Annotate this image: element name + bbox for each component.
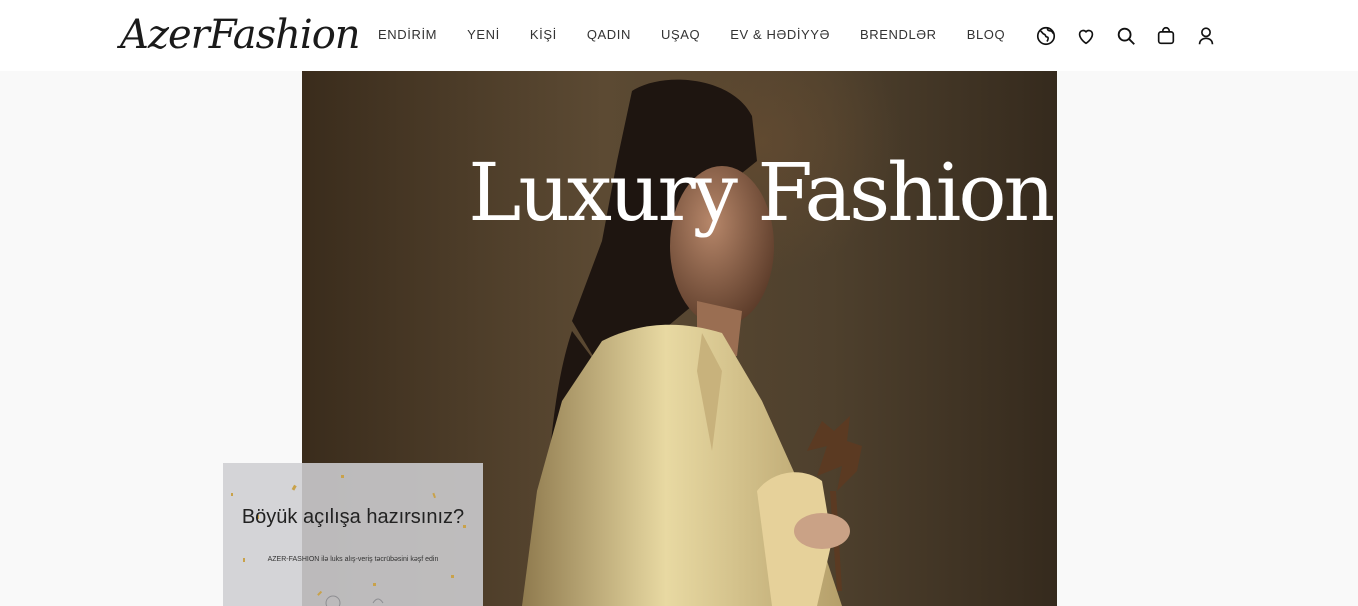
nav-item-yeni[interactable]: YENİ [467,25,500,45]
heart-icon[interactable] [1074,24,1098,48]
shopping-bag-icon[interactable] [1154,24,1178,48]
site-logo[interactable]: AzerFashion [120,10,361,60]
opening-promo-card[interactable]: Böyük açılışa hazırsınız? AZER-FASHION i… [223,463,483,606]
promo-subtitle: AZER-FASHION ilə luks alış-veriş təcrübə… [267,556,439,563]
search-icon[interactable] [1114,24,1138,48]
main-nav: ENDİRİM YENİ KİŞİ QADIN UŞAQ EV & HƏDİYY… [363,25,1020,45]
nav-item-ev-hediyye[interactable]: EV & HƏDİYYƏ [730,25,830,45]
promo-title: Böyük açılışa hazırsınız? [241,506,465,528]
globe-icon[interactable] [1034,24,1058,48]
hero-title: Luxury Fashion [468,146,1055,239]
nav-item-usaq[interactable]: UŞAQ [661,25,700,45]
nav-item-brendler[interactable]: BRENDLƏR [860,25,937,45]
nav-item-endirim[interactable]: ENDİRİM [378,25,437,45]
site-header: AzerFashion ENDİRİM YENİ KİŞİ QADIN UŞAQ… [0,0,1358,71]
confetti-decoration [231,475,466,606]
user-icon[interactable] [1194,24,1218,48]
header-icons [1034,24,1234,48]
nav-item-bloq[interactable]: BLOQ [967,25,1006,45]
nav-item-qadin[interactable]: QADIN [587,25,631,45]
nav-item-kisi[interactable]: KİŞİ [530,25,557,45]
